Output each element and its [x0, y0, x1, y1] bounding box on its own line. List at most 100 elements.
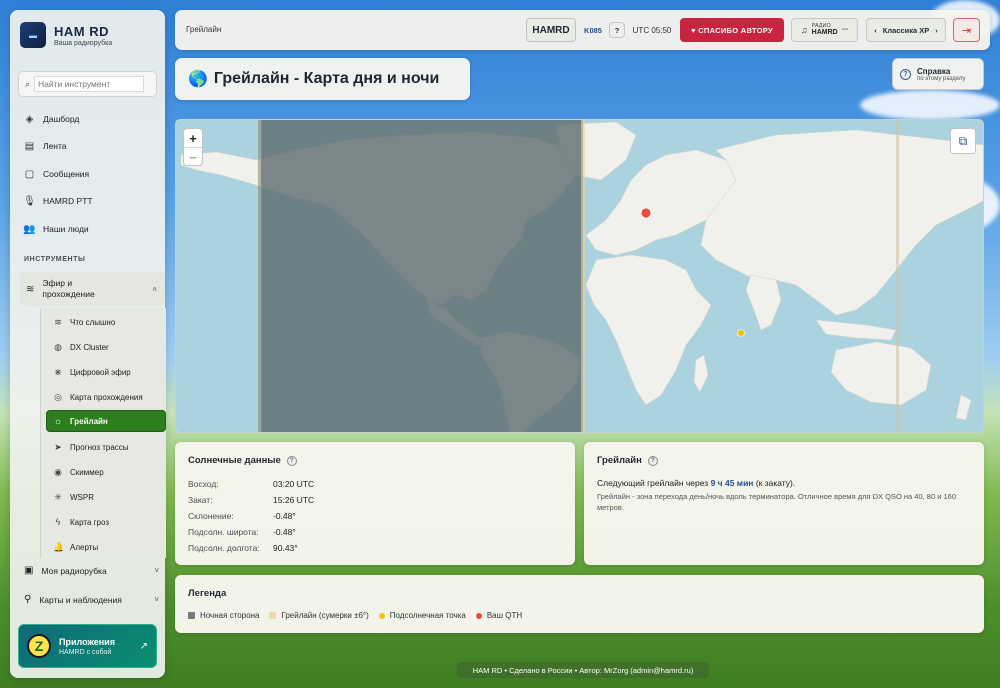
cloud-decoration — [860, 90, 1000, 120]
group-propagation[interactable]: ≋ Эфир и прохождение ˄ — [20, 272, 165, 306]
legend-label: Ваш QTH — [486, 611, 523, 620]
sub-item-propagation-map[interactable]: ◎ Карта прохождения — [47, 386, 165, 408]
submenu: ≋ Что слышно ◍ DX Cluster ⋇ Цифровой эфир ◎… — [40, 308, 166, 558]
nav-label: HAMRD PTT — [43, 196, 93, 206]
qth-marker[interactable] — [640, 207, 652, 219]
chevron-down-icon: ˅ — [154, 595, 159, 604]
map-icon: ⚲ — [24, 594, 32, 605]
thanks-author-button[interactable]: ♥ СПАСИБО АВТОРУ — [680, 18, 784, 42]
sub-label: Скиммер — [70, 467, 104, 477]
sun-icon: ☼ — [53, 416, 63, 426]
music-icon: ♫ — [800, 25, 808, 35]
sunrise-label: Восход: — [188, 479, 219, 489]
eye-icon: ◉ — [54, 466, 62, 477]
question-circle-icon[interactable]: ? — [647, 455, 658, 466]
radio-label-bottom: HAMRD — [811, 29, 838, 37]
greyline-card-title: Грейлайн ? — [597, 455, 658, 466]
zoom-control: + − — [183, 128, 203, 166]
tools-section-label: ИНСТРУМЕНТЫ — [24, 256, 86, 263]
qth-dot — [475, 612, 482, 619]
brand-subtitle: Ваша радиорубка — [54, 39, 113, 47]
help-button[interactable]: ? Справка по этому разделу — [892, 58, 984, 90]
layers-icon: ◈ — [25, 113, 34, 125]
sub-item-storm-map[interactable]: ϟ Карта гроз — [47, 511, 165, 533]
send-icon: ➤ — [54, 441, 62, 452]
nav-dashboard[interactable]: ◈ Дашборд — [24, 111, 80, 127]
wifi-icon: ≋ — [54, 316, 62, 327]
mic-icon: 🎙 — [23, 195, 36, 207]
nav-label: Сообщения — [43, 169, 90, 179]
sub-item-path-forecast[interactable]: ➤ Прогноз трассы — [47, 436, 165, 458]
zoom-out-button[interactable]: − — [184, 148, 202, 167]
layers-button[interactable]: ⧉ — [950, 128, 976, 154]
sub-item-what-heard[interactable]: ≋ Что слышно — [47, 311, 165, 333]
group-label: Карты и наблюдения — [39, 594, 122, 605]
search-box: ⌕ — [18, 71, 157, 97]
nav-messages[interactable]: ▢ Сообщения — [24, 166, 89, 182]
brand-logo: ▬ — [20, 22, 46, 48]
storm-icon: ϟ — [55, 517, 61, 527]
radio-button[interactable]: ♫ РАДИО HAMRD ▪▪▪ — [791, 18, 858, 42]
greyline-map[interactable]: + − ⧉ — [175, 119, 984, 433]
sub-label: Прогноз трассы — [70, 442, 129, 452]
world-map[interactable] — [176, 120, 984, 433]
sub-item-alerts[interactable]: 🔔 Алерты — [47, 536, 165, 558]
night-swatch — [188, 612, 195, 619]
logout-button[interactable]: ⇥ — [953, 18, 980, 42]
apps-card[interactable]: Z Приложения HAMRD с собой ↗ — [18, 624, 157, 668]
sub-item-digital[interactable]: ⋇ Цифровой эфир — [47, 361, 165, 383]
question-circle-icon[interactable]: ? — [286, 455, 297, 466]
sunset-label: Закат: — [188, 495, 213, 505]
nav-ptt[interactable]: 🎙 HAMRD PTT — [23, 193, 93, 209]
search-input[interactable] — [34, 76, 145, 92]
subsolar-marker[interactable] — [737, 329, 745, 337]
zoom-in-button[interactable]: + — [184, 129, 202, 148]
sub-label: Что слышно — [70, 317, 116, 327]
theme-selector[interactable]: ‹ Классика XP › — [866, 18, 946, 42]
sub-label: Грейлайн — [70, 416, 108, 426]
equalizer-icon: ▪▪▪ — [841, 27, 849, 33]
solar-title-text: Солнечные данные — [188, 455, 281, 466]
subsolar-lat-label: Подсолн. широта: — [188, 527, 259, 537]
sub-item-dx-cluster[interactable]: ◍ DX Cluster — [47, 336, 165, 358]
subsolar-lat-value: -0.48° — [273, 527, 296, 537]
group-my-station[interactable]: ▣ Моя радиорубка ˅ — [24, 565, 159, 576]
sub-item-skimmer[interactable]: ◉ Скиммер — [47, 461, 165, 483]
sub-label: DX Cluster — [70, 342, 109, 352]
subsolar-lon-label: Подсолн. долгота: — [188, 543, 260, 553]
next-greyline-time: 9 ч 45 мин — [710, 478, 754, 488]
group-label: Моя радиорубка — [41, 565, 107, 576]
sunset-value: 15:26 UTC — [273, 495, 315, 505]
help-title: Справка — [917, 66, 951, 76]
page-title-box: 🌎 Грейлайн - Карта дня и ночи — [175, 58, 470, 100]
arrow-up-right-icon: ↗ — [139, 640, 148, 652]
callsign[interactable]: K085 — [582, 18, 604, 42]
help-question-button[interactable]: ? — [609, 22, 625, 38]
logout-icon: ⇥ — [961, 24, 972, 37]
message-icon: ▢ — [24, 168, 35, 180]
legend-card: Легенда Ночная сторона Грейлайн (сумерки… — [175, 575, 984, 633]
nav-label: Лента — [43, 141, 67, 151]
legend-items: Ночная сторона Грейлайн (сумерки ±6°) По… — [188, 611, 524, 620]
help-subtitle: по этому разделу — [917, 75, 966, 82]
legend-subsolar: Подсолнечная точка — [378, 611, 466, 620]
sub-item-wspr[interactable]: ✳ WSPR — [47, 486, 165, 508]
top-bar: Грейлайн HAMRD K085 ? UTC 05:50 ♥ СПАСИБ… — [175, 10, 990, 50]
target-icon: ◎ — [54, 391, 62, 402]
digital-icon: ⋇ — [54, 366, 62, 377]
layers-icon: ⧉ — [958, 133, 968, 148]
legend-title: Легенда — [188, 588, 227, 599]
greyline-title-text: Грейлайн — [597, 455, 642, 466]
question-circle-icon: ? — [900, 68, 911, 80]
next-greyline-suffix: (к закату). — [755, 478, 796, 488]
night-overlay — [261, 120, 583, 432]
sunrise-value: 03:20 UTC — [273, 479, 315, 489]
nav-feed[interactable]: ▤ Лента — [24, 138, 67, 154]
brand[interactable]: ▬ HAM RD Ваша радиорубка — [20, 22, 112, 48]
hamrd-badge[interactable]: HAMRD — [526, 18, 576, 42]
nav-people[interactable]: 👥 Наши люди — [23, 221, 88, 237]
group-maps[interactable]: ⚲ Карты и наблюдения ˅ — [24, 594, 159, 605]
sub-label: Карта прохождения — [70, 392, 143, 402]
sub-item-greyline[interactable]: ☼ Грейлайн — [46, 410, 166, 432]
greyline-band-east — [581, 120, 585, 432]
